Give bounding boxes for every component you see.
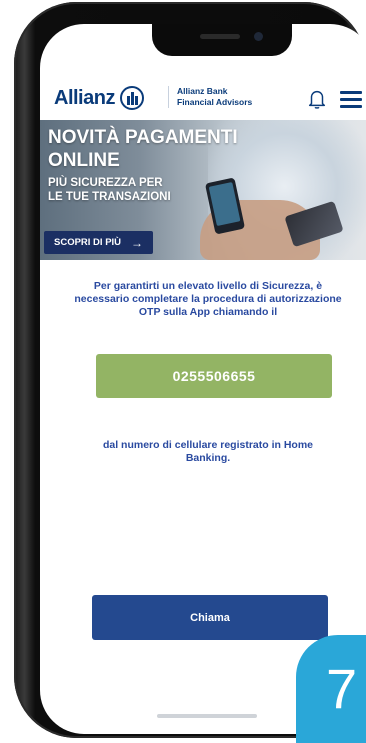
app-header: Allianz Allianz Bank Financial Advisors <box>40 76 366 120</box>
phone-frame: Allianz Allianz Bank Financial Advisors … <box>14 2 366 738</box>
step-number-badge: 7 <box>296 635 366 743</box>
allianz-logo[interactable]: Allianz <box>54 86 144 110</box>
sub-brand-line1: Allianz Bank <box>177 86 228 96</box>
banner-subtitle-line1: PIÙ SICUREZZA PER <box>48 177 163 189</box>
brand-name: Allianz <box>54 86 115 109</box>
phone-screen: Allianz Allianz Bank Financial Advisors … <box>40 24 366 734</box>
front-camera <box>254 32 263 41</box>
phone-notch <box>152 24 292 56</box>
discover-more-button[interactable]: SCOPRI DI PIÙ → <box>44 231 154 254</box>
allianz-eagle-icon <box>119 86 144 110</box>
banner-title-line1: NOVITÀ PAGAMENTI <box>48 127 238 148</box>
banner-title-line2: ONLINE <box>48 150 120 171</box>
sub-brand-line2: Financial Advisors <box>177 97 253 107</box>
speaker-grille <box>200 34 240 39</box>
bell-icon[interactable] <box>306 88 328 110</box>
promo-banner[interactable]: NOVITÀ PAGAMENTI ONLINE PIÙ SICUREZZA PE… <box>40 120 366 260</box>
registered-number-note: dal numero di cellulare registrato in Ho… <box>102 439 314 464</box>
arrow-right-icon: → <box>131 235 144 250</box>
call-button[interactable]: Chiama <box>92 595 328 640</box>
sub-brand: Allianz Bank Financial Advisors <box>168 86 252 108</box>
banner-title: NOVITÀ PAGAMENTI ONLINE <box>48 126 308 172</box>
hamburger-menu-icon[interactable] <box>340 91 362 108</box>
home-indicator <box>157 714 257 718</box>
otp-instruction-text: Per garantirti un elevato livello di Sic… <box>74 280 342 318</box>
banner-subtitle-line2: LE TUE TRANSAZIONI <box>48 191 171 203</box>
banner-subtitle: PIÙ SICUREZZA PER LE TUE TRANSAZIONI <box>48 176 228 204</box>
discover-more-label: SCOPRI DI PIÙ <box>54 237 122 248</box>
phone-number-box[interactable]: 0255506655 <box>96 354 332 398</box>
